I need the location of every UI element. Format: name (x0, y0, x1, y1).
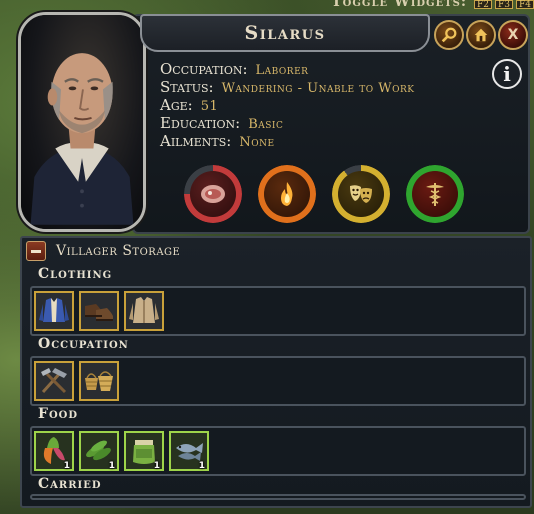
status-label: Status: (160, 78, 214, 96)
masks-icon (350, 185, 372, 203)
food-slot[interactable]: 1 (169, 431, 209, 471)
villager-attributes: Occupation: Laborer Status: Wandering - … (160, 60, 415, 150)
villager-portrait (18, 12, 146, 232)
f4-key[interactable]: F4 (516, 0, 534, 10)
toggle-widgets-label: Toggle Widgets: (331, 0, 468, 10)
carried-section-label: Carried (38, 476, 102, 492)
home-button[interactable] (466, 20, 496, 50)
baskets-icon (85, 371, 113, 391)
collapse-storage-button[interactable] (26, 241, 46, 261)
close-button[interactable]: X (498, 20, 528, 50)
education-label: Education: (160, 114, 241, 132)
ailments-row: Ailments: None (160, 132, 415, 150)
status-value: Wandering - Unable to Work (221, 81, 415, 96)
boots-icon (85, 304, 113, 321)
locate-button[interactable] (434, 20, 464, 50)
hide-coat-icon (129, 297, 159, 323)
food-slots: 1 1 1 1 (30, 426, 526, 476)
villager-name-bar: Silarus (140, 14, 430, 52)
needs-indicators (184, 165, 464, 223)
meat-icon (201, 185, 225, 203)
clothing-slot[interactable] (79, 291, 119, 331)
house-icon (474, 28, 488, 42)
clothing-slot[interactable] (124, 291, 164, 331)
info-icon[interactable]: i (492, 59, 522, 89)
age-row: Age: 51 (160, 96, 415, 114)
close-label: X (507, 27, 519, 43)
health-need[interactable] (406, 165, 464, 223)
occupation-value: Laborer (255, 63, 309, 78)
magnifier-icon (441, 27, 457, 43)
ailments-label: Ailments: (160, 132, 232, 150)
food-slot[interactable]: 1 (124, 431, 164, 471)
education-value: Basic (248, 117, 284, 132)
education-row: Education: Basic (160, 114, 415, 132)
occupation-slot[interactable] (34, 361, 74, 401)
coat-icon (39, 298, 69, 322)
food-qty: 1 (63, 461, 70, 471)
clothing-slot[interactable] (34, 291, 74, 331)
carried-slots (30, 494, 526, 500)
caduceus-icon (426, 183, 444, 206)
clothing-label: Clothing (38, 266, 113, 282)
age-value: 51 (200, 99, 219, 114)
occupation-slots (30, 356, 526, 406)
happiness-need[interactable] (332, 165, 390, 223)
food-slot[interactable]: 1 (34, 431, 74, 471)
f2-key[interactable]: F2 (474, 0, 493, 10)
tools-icon (41, 368, 67, 394)
warmth-need[interactable] (258, 165, 316, 223)
food-qty: 1 (108, 461, 115, 471)
toggle-widgets-bar: Toggle Widgets: F2 F3 F4 (331, 0, 534, 10)
fire-icon (281, 182, 293, 206)
f3-key[interactable]: F3 (495, 0, 514, 10)
food-slot[interactable]: 1 (79, 431, 119, 471)
ailments-value: None (239, 135, 275, 150)
occupation-label: Occupation: (160, 60, 248, 78)
occupation-section-label: Occupation (38, 336, 129, 352)
occupation-row: Occupation: Laborer (160, 60, 415, 78)
storage-header: Villager Storage (26, 241, 180, 261)
status-row: Status: Wandering - Unable to Work (160, 78, 415, 96)
clothing-slots (30, 286, 526, 336)
food-qty: 1 (198, 461, 205, 471)
villager-name: Silarus (244, 22, 326, 44)
food-section-label: Food (38, 406, 79, 422)
storage-title: Villager Storage (56, 243, 181, 259)
age-label: Age: (160, 96, 193, 114)
food-qty: 1 (153, 461, 160, 471)
portrait-figure (30, 53, 134, 225)
occupation-slot[interactable] (79, 361, 119, 401)
food-need[interactable] (184, 165, 242, 223)
